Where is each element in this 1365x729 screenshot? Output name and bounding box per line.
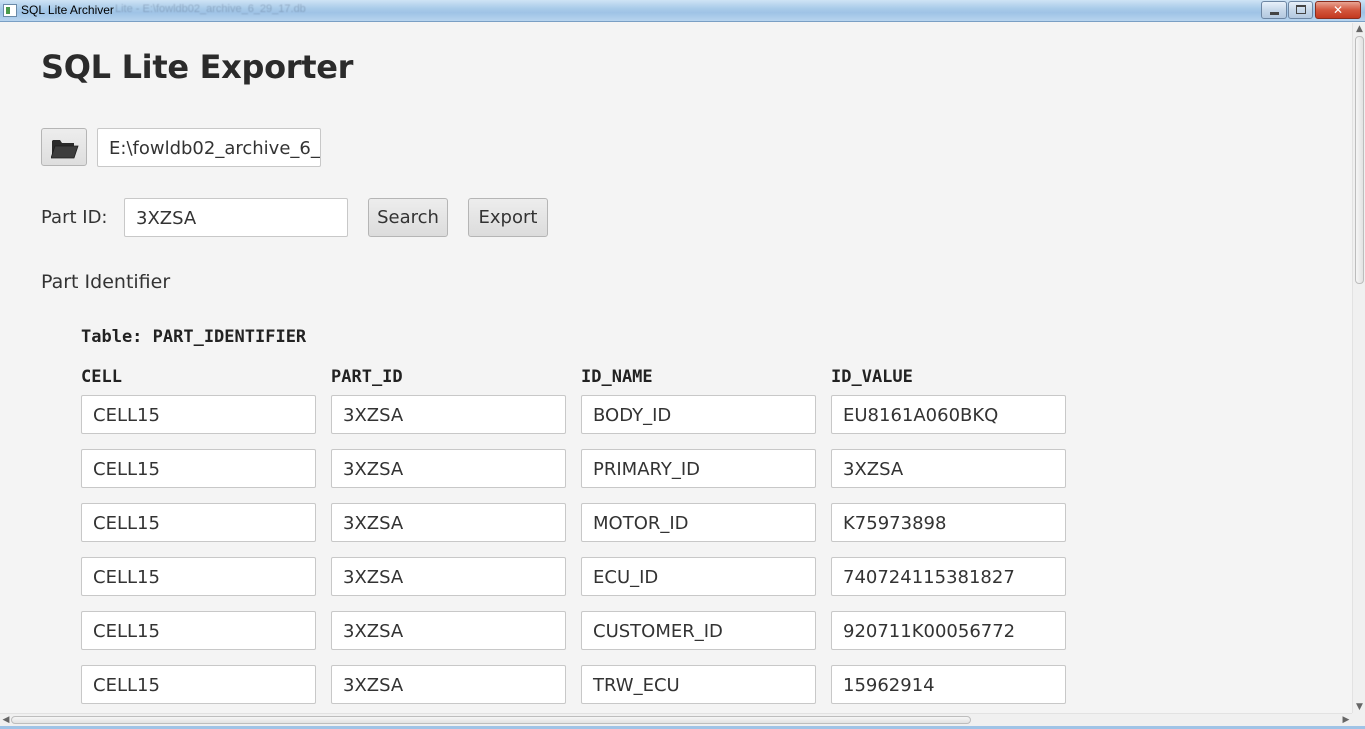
main-content: SQL Lite Exporter E:\fowldb02_archive_6_… <box>0 23 1352 713</box>
maximize-icon <box>1296 5 1306 14</box>
section-title: Part Identifier <box>41 271 171 293</box>
vertical-scrollbar[interactable]: ▲ ▼ <box>1352 23 1365 713</box>
table-cell[interactable]: CELL15 <box>81 557 316 596</box>
maximize-button[interactable] <box>1288 1 1313 19</box>
table-caption: Table: PART_IDENTIFIER <box>81 327 307 347</box>
column-header-cell: CELL <box>81 367 122 387</box>
minimize-button[interactable] <box>1261 1 1287 19</box>
search-button[interactable]: Search <box>368 198 448 237</box>
table-cell[interactable]: CELL15 <box>81 449 316 488</box>
column-header-id-value: ID_VALUE <box>831 367 913 387</box>
horizontal-scrollbar[interactable]: ◀ ▶ <box>0 713 1352 726</box>
scroll-down-icon[interactable]: ▼ <box>1353 701 1365 713</box>
column-header-id-name: ID_NAME <box>581 367 653 387</box>
vertical-scroll-thumb[interactable] <box>1355 36 1364 284</box>
open-file-button[interactable] <box>41 128 87 166</box>
table-cell[interactable]: BODY_ID <box>581 395 816 434</box>
table-cell[interactable]: CUSTOMER_ID <box>581 611 816 650</box>
file-path-field[interactable]: E:\fowldb02_archive_6_29 <box>97 128 321 167</box>
table-cell[interactable]: CELL15 <box>81 503 316 542</box>
minimize-icon <box>1270 12 1279 15</box>
app-icon <box>3 4 17 17</box>
table-cell[interactable]: 740724115381827 <box>831 557 1066 596</box>
table-cell[interactable]: K75973898 <box>831 503 1066 542</box>
window-title-bar[interactable]: SQL Lite Archiver Lite - E:\fowldb02_arc… <box>0 0 1365 22</box>
scroll-up-icon[interactable]: ▲ <box>1353 23 1365 35</box>
table-cell[interactable]: 3XZSA <box>331 557 566 596</box>
table-cell[interactable]: 3XZSA <box>831 449 1066 488</box>
table-cell[interactable]: 3XZSA <box>331 611 566 650</box>
horizontal-scroll-thumb[interactable] <box>11 716 971 724</box>
table-cell[interactable]: CELL15 <box>81 611 316 650</box>
table-cell[interactable]: EU8161A060BKQ <box>831 395 1066 434</box>
close-button[interactable]: ✕ <box>1315 1 1361 19</box>
table-cell[interactable]: 920711K00056772 <box>831 611 1066 650</box>
page-title: SQL Lite Exporter <box>41 48 354 86</box>
export-button[interactable]: Export <box>468 198 548 237</box>
table-cell[interactable]: 3XZSA <box>331 503 566 542</box>
column-header-part-id: PART_ID <box>331 367 403 387</box>
table-cell[interactable]: CELL15 <box>81 665 316 704</box>
part-id-label: Part ID: <box>41 207 108 228</box>
window-title: SQL Lite Archiver <box>21 3 114 17</box>
close-icon: ✕ <box>1332 3 1344 17</box>
table-cell[interactable]: 3XZSA <box>331 449 566 488</box>
part-id-input[interactable]: 3XZSA <box>124 198 348 237</box>
scrollbar-corner <box>1352 713 1365 726</box>
table-cell[interactable]: CELL15 <box>81 395 316 434</box>
table-cell[interactable]: ECU_ID <box>581 557 816 596</box>
table-cell[interactable]: PRIMARY_ID <box>581 449 816 488</box>
table-cell[interactable]: 3XZSA <box>331 395 566 434</box>
table-cell[interactable]: MOTOR_ID <box>581 503 816 542</box>
table-cell[interactable]: 3XZSA <box>331 665 566 704</box>
folder-open-icon <box>51 140 79 159</box>
table-cell[interactable]: 15962914 <box>831 665 1066 704</box>
table-cell[interactable]: TRW_ECU <box>581 665 816 704</box>
window-caption-blurred: Lite - E:\fowldb02_archive_6_29_17.db <box>115 3 306 15</box>
